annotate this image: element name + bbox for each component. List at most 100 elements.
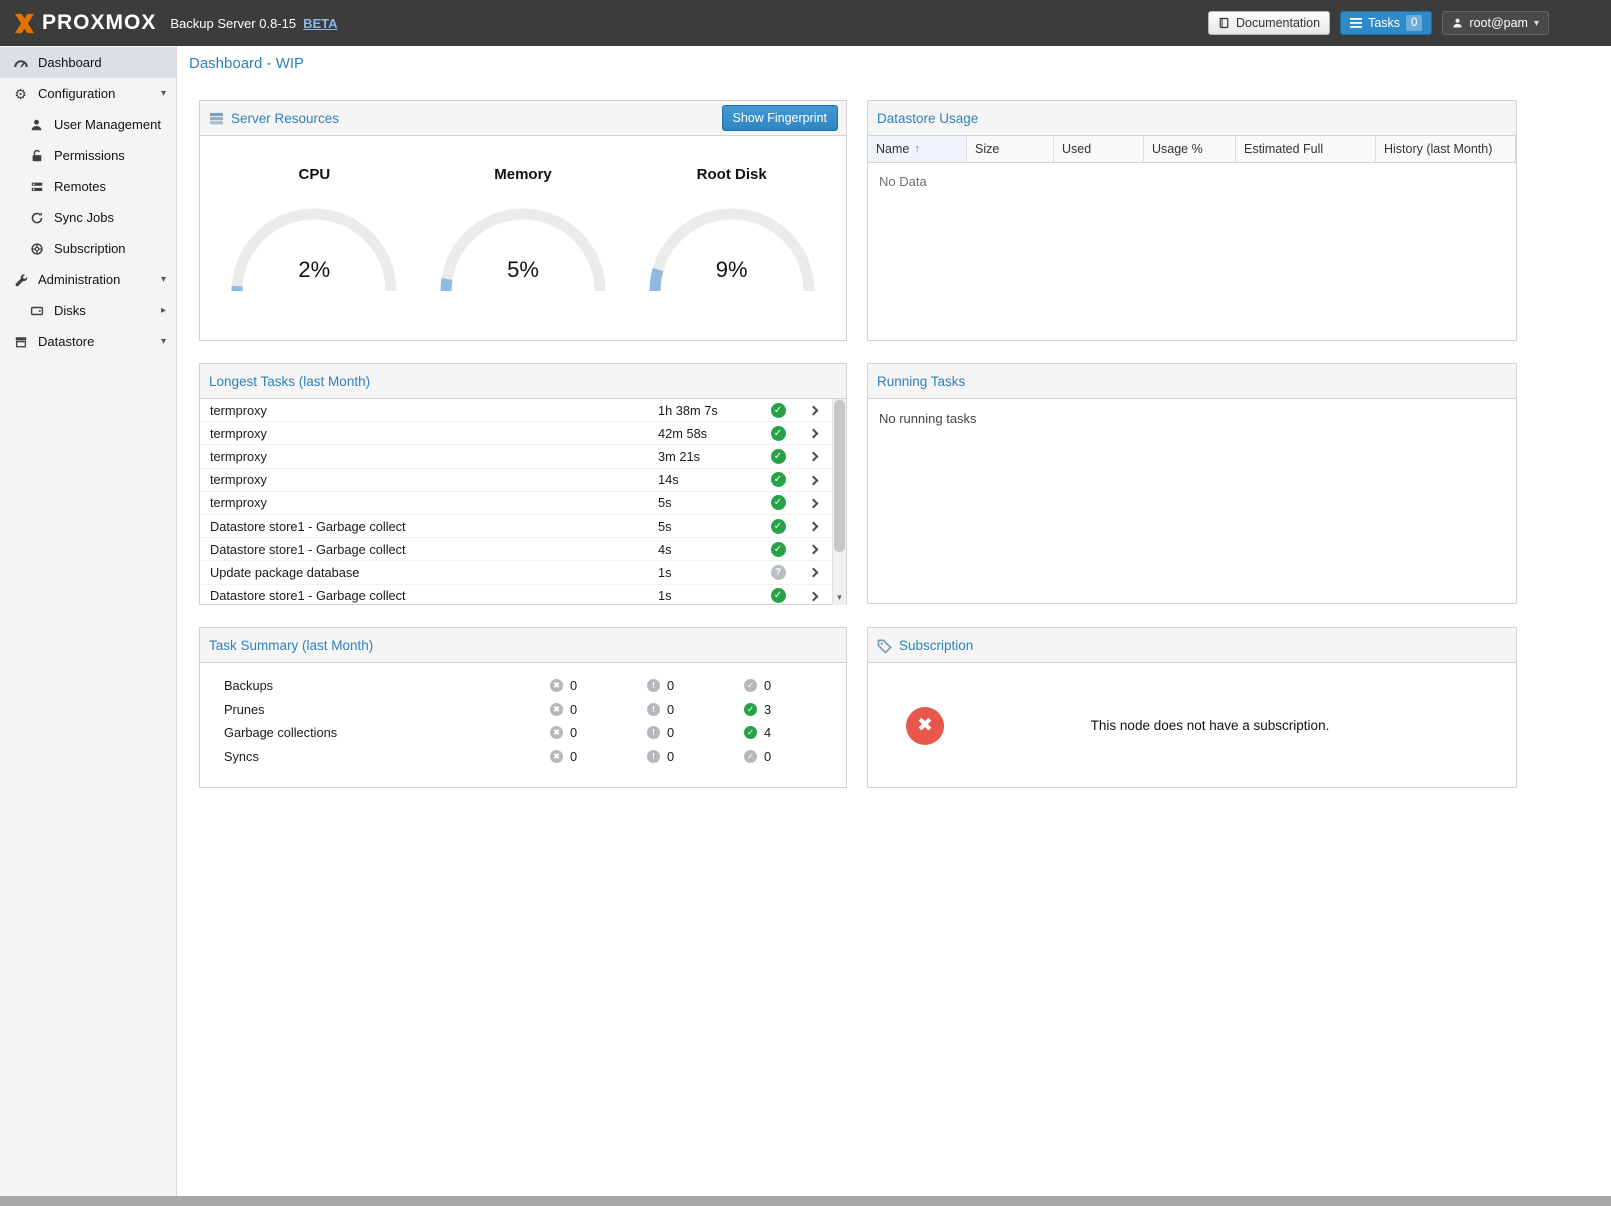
task-row[interactable]: Datastore store1 - Garbage collect 1s ✓	[200, 585, 832, 606]
gauge-arc: 5%	[430, 199, 616, 297]
sidebar-item-administration[interactable]: Administration ▾	[0, 264, 176, 295]
task-name: termproxy	[210, 495, 658, 510]
sidebar-item-disks[interactable]: Disks ▸	[0, 295, 176, 326]
main-content: Dashboard - WIP Server Resources Show Fi…	[177, 46, 1611, 1206]
gauge-root-disk: Root Disk 9%	[627, 166, 836, 297]
sidebar-item-label: Permissions	[54, 148, 168, 163]
column-header-size[interactable]: Size	[967, 136, 1054, 162]
chevron-right-icon[interactable]	[794, 499, 832, 507]
task-summary-row: Prunes ✖ 0 ! 0 ✓ 3	[200, 698, 846, 722]
documentation-button[interactable]: Documentation	[1208, 11, 1330, 35]
sidebar-item-sync-jobs[interactable]: Sync Jobs	[0, 202, 176, 233]
remotes-icon	[28, 180, 45, 194]
column-header-name[interactable]: Name ↑	[868, 136, 967, 162]
chevron-right-icon[interactable]	[794, 568, 832, 576]
sync-icon	[28, 211, 45, 225]
task-row[interactable]: Update package database 1s ?	[200, 561, 832, 584]
scrollbar[interactable]: ▼	[832, 399, 846, 605]
chevron-right-icon[interactable]	[794, 406, 832, 414]
ok-icon: ✓	[744, 679, 757, 692]
window-bottom-edge	[0, 1196, 1611, 1206]
warning-count: 0	[667, 678, 674, 693]
task-name: termproxy	[210, 449, 658, 464]
expand-arrow-icon[interactable]: ▾	[161, 336, 168, 347]
tachometer-icon	[12, 55, 29, 71]
datastore-usage-panel: Datastore Usage Name ↑ Size Used Usage %…	[867, 100, 1517, 341]
warning-icon: !	[647, 703, 660, 716]
datastore-usage-title: Datastore Usage	[877, 111, 978, 126]
layout: Dashboard ⚙ Configuration ▾ User Managem…	[0, 46, 1611, 1206]
chevron-right-icon[interactable]	[794, 522, 832, 530]
warning-count: 0	[667, 725, 674, 740]
column-header-estimated-full[interactable]: Estimated Full	[1236, 136, 1376, 162]
task-name: Update package database	[210, 565, 658, 580]
error-icon: ✖	[550, 726, 563, 739]
sidebar-item-datastore[interactable]: Datastore ▾	[0, 326, 176, 357]
tasks-label: Tasks	[1368, 16, 1400, 30]
sidebar-item-permissions[interactable]: Permissions	[0, 140, 176, 171]
warning-count: 0	[667, 702, 674, 717]
task-row[interactable]: termproxy 14s ✓	[200, 469, 832, 492]
chevron-right-icon[interactable]	[794, 545, 832, 553]
sidebar-item-dashboard[interactable]: Dashboard	[0, 47, 176, 78]
task-summary-list: Backups ✖ 0 ! 0 ✓ 0 Prunes ✖ 0 ! 0 ✓ 3 G…	[200, 663, 846, 768]
task-row[interactable]: termproxy 1h 38m 7s ✓	[200, 399, 832, 422]
status-ok-icon: ✓	[771, 495, 786, 510]
running-tasks-empty-text: No running tasks	[868, 399, 1516, 438]
task-duration: 1s	[658, 588, 762, 603]
task-duration: 5s	[658, 495, 762, 510]
column-header-usage-[interactable]: Usage %	[1144, 136, 1236, 162]
scroll-down-arrow-icon[interactable]: ▼	[833, 591, 846, 604]
sort-asc-icon: ↑	[914, 143, 920, 155]
task-row[interactable]: termproxy 3m 21s ✓	[200, 445, 832, 468]
sidebar-list: Dashboard ⚙ Configuration ▾ User Managem…	[0, 47, 176, 357]
chevron-right-icon[interactable]	[794, 452, 832, 460]
dashboard-grid: Server Resources Show Fingerprint CPU 2%…	[199, 100, 1611, 788]
error-icon: ✖	[550, 750, 563, 763]
column-header-label: History (last Month)	[1384, 142, 1492, 156]
task-summary-label: Prunes	[224, 702, 550, 717]
server-resources-title: Server Resources	[231, 111, 339, 126]
error-icon: ✖	[550, 679, 563, 692]
ticket-icon	[877, 638, 892, 653]
sidebar-item-configuration[interactable]: ⚙ Configuration ▾	[0, 78, 176, 109]
datastore-icon	[12, 335, 29, 349]
ok-icon: ✓	[744, 703, 757, 716]
column-header-used[interactable]: Used	[1054, 136, 1144, 162]
task-row[interactable]: Datastore store1 - Garbage collect 4s ✓	[200, 538, 832, 561]
beta-link[interactable]: BETA	[303, 16, 337, 31]
support-icon	[28, 242, 45, 256]
sidebar-item-subscription[interactable]: Subscription	[0, 233, 176, 264]
chevron-right-icon[interactable]	[794, 592, 832, 600]
sidebar-item-label: Administration	[38, 272, 152, 287]
longest-tasks-body: termproxy 1h 38m 7s ✓ termproxy 42m 58s …	[200, 399, 846, 605]
task-row[interactable]: termproxy 42m 58s ✓	[200, 422, 832, 445]
tasks-button[interactable]: Tasks 0	[1340, 11, 1432, 35]
sidebar-item-remotes[interactable]: Remotes	[0, 171, 176, 202]
user-label: root@pam	[1469, 16, 1528, 30]
show-fingerprint-button[interactable]: Show Fingerprint	[722, 105, 839, 131]
task-row[interactable]: Datastore store1 - Garbage collect 5s ✓	[200, 515, 832, 538]
column-header-history-last-month-[interactable]: History (last Month)	[1376, 136, 1516, 162]
expand-arrow-icon[interactable]: ▾	[161, 88, 168, 99]
tasks-count-badge: 0	[1406, 15, 1422, 31]
scrollbar-thumb[interactable]	[834, 400, 845, 552]
subscription-title: Subscription	[899, 638, 973, 653]
gauge-value: 2%	[221, 257, 407, 283]
task-list-icon	[1350, 18, 1362, 28]
status-ok-icon: ✓	[771, 542, 786, 557]
user-menu-button[interactable]: root@pam ▾	[1442, 11, 1549, 35]
status-ok-icon: ✓	[771, 426, 786, 441]
status-ok-icon: ✓	[771, 519, 786, 534]
task-row[interactable]: termproxy 5s ✓	[200, 492, 832, 515]
chevron-right-icon[interactable]	[794, 429, 832, 437]
chevron-right-icon[interactable]	[794, 476, 832, 484]
subscription-panel: Subscription ✖ This node does not have a…	[867, 627, 1517, 788]
running-tasks-panel: Running Tasks No running tasks	[867, 363, 1517, 604]
top-bar: PROXMOX Backup Server 0.8-15 BETA Docume…	[0, 0, 1611, 46]
status-ok-icon: ✓	[771, 403, 786, 418]
task-summary-label: Backups	[224, 678, 550, 693]
expand-arrow-icon[interactable]: ▾	[161, 274, 168, 285]
sidebar-item-user-management[interactable]: User Management	[0, 109, 176, 140]
expand-arrow-icon[interactable]: ▸	[161, 305, 168, 316]
